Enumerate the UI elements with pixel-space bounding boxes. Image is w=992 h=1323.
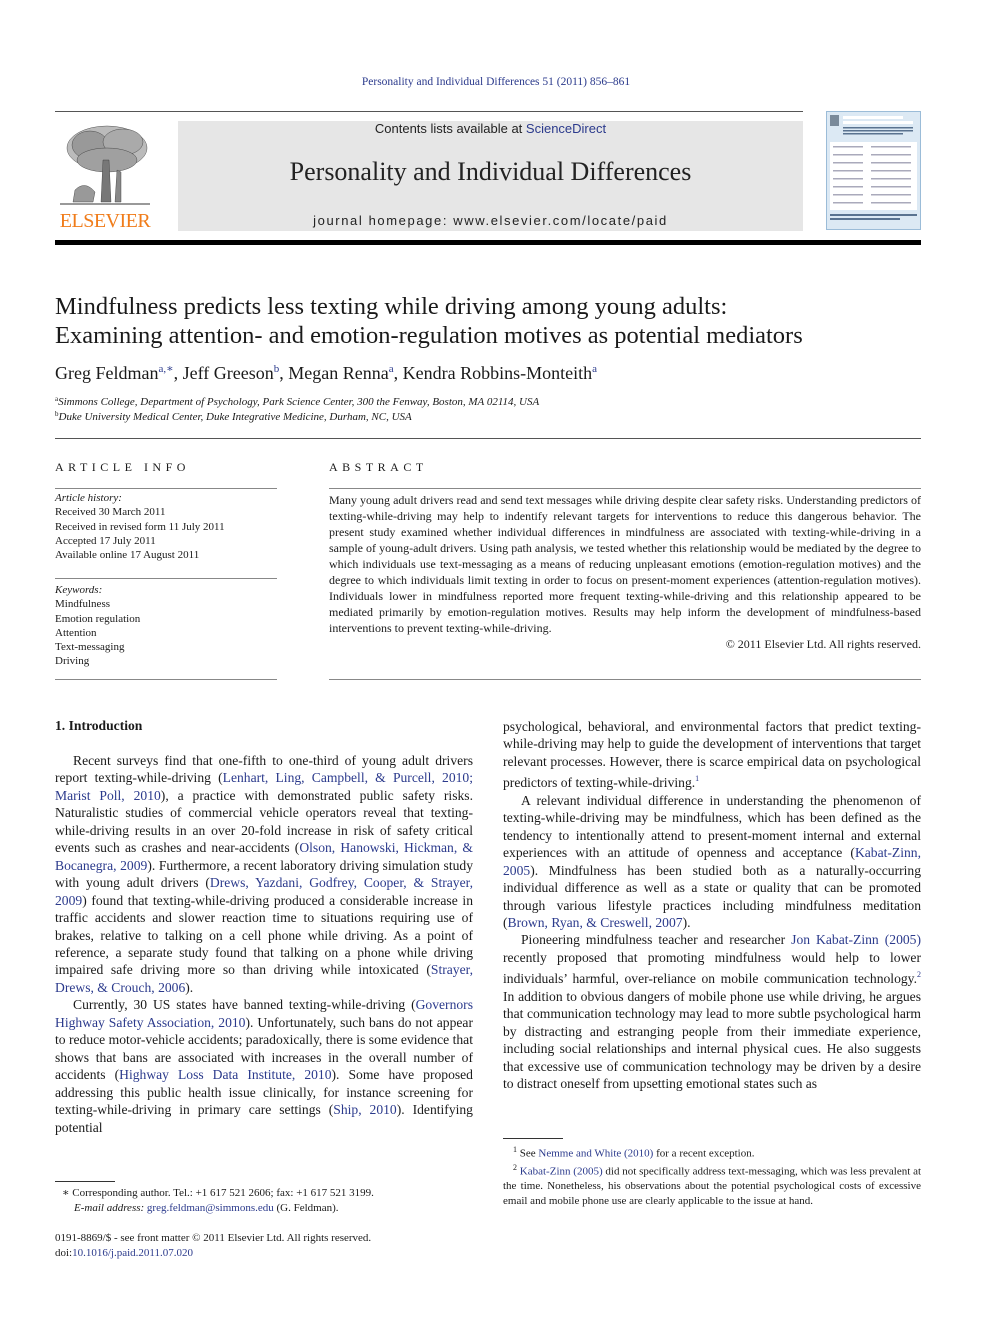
citation-link[interactable]: Governors Highway Safety Association, 20…: [55, 997, 473, 1029]
doi-link[interactable]: 10.1016/j.paid.2011.07.020: [72, 1247, 193, 1259]
paragraph: A relevant individual difference in unde…: [503, 792, 921, 930]
citation-link[interactable]: Highway Loss Data Institute, 2010: [119, 1067, 331, 1082]
running-head[interactable]: Personality and Individual Differences 5…: [0, 76, 992, 88]
corresponding-author-note: ∗ Corresponding author. Tel.: +1 617 521…: [62, 1187, 374, 1214]
journal-cover-icon: [830, 115, 917, 220]
running-head-link[interactable]: Personality and Individual Differences 5…: [362, 76, 630, 88]
citation-link[interactable]: Brown, Ryan, & Creswell, 2007: [508, 915, 683, 930]
tree-logo-icon: [60, 125, 150, 205]
email-link[interactable]: greg.feldman@simmons.edu: [147, 1202, 274, 1214]
article-history: Article history: Received 30 March 2011 …: [55, 492, 225, 562]
body-column-left: Recent surveys find that one-fifth to on…: [55, 752, 473, 1136]
divider: [55, 488, 277, 489]
keyword: Text-messaging: [55, 641, 125, 654]
citation-link[interactable]: Kabat-Zinn (2005): [520, 1166, 603, 1178]
elsevier-wordmark: ELSEVIER: [59, 210, 151, 232]
issn-doi: 0191-8869/$ - see front matter © 2011 El…: [55, 1232, 372, 1259]
citation-link[interactable]: Kabat-Zinn, 2005: [503, 845, 921, 877]
footnote-rule: [55, 1181, 115, 1182]
keyword: Driving: [55, 655, 90, 668]
author-affiliation-mark[interactable]: b: [274, 363, 280, 375]
footnote-rule: [503, 1138, 563, 1139]
citation-link[interactable]: Strayer, Drews, & Crouch, 2006: [55, 962, 473, 994]
article-title: Mindfulness predicts less texting while …: [55, 293, 803, 349]
journal-banner: Contents lists available at ScienceDirec…: [178, 121, 803, 231]
journal-cover-thumbnail[interactable]: [826, 111, 921, 230]
divider: [55, 438, 921, 439]
article-info-label: ARTICLE INFO: [55, 460, 190, 474]
footnote: 2 Kabat-Zinn (2005) did not specifically…: [503, 1163, 922, 1207]
affiliation: aSimmons College, Department of Psycholo…: [55, 395, 540, 408]
footnote-marker[interactable]: 1: [695, 774, 699, 783]
footnote-marker[interactable]: 2: [917, 970, 921, 979]
citation-link[interactable]: Jon Kabat-Zinn (2005): [791, 932, 921, 947]
citation-link[interactable]: Ship, 2010: [333, 1102, 396, 1117]
abstract-label: ABSTRACT: [329, 460, 428, 474]
author: Jeff Greesonb: [182, 363, 280, 383]
body-column-right: psychological, behavioral, and environme…: [503, 718, 921, 1093]
abstract-text: Many young adult drivers read and send t…: [329, 493, 921, 651]
author-list: Greg Feldmana,∗, Jeff Greesonb, Megan Re…: [55, 363, 597, 383]
paragraph: Currently, 30 US states have banned text…: [55, 997, 473, 1135]
citation-link[interactable]: Nemme and White (2010): [538, 1148, 653, 1160]
header-rule: [55, 111, 803, 112]
paragraph: Recent surveys find that one-fifth to on…: [55, 753, 474, 995]
author-affiliation-mark[interactable]: a: [389, 363, 394, 375]
contents-available: Contents lists available at ScienceDirec…: [374, 121, 607, 136]
affiliation: bDuke University Medical Center, Duke In…: [55, 410, 412, 423]
keyword: Emotion regulation: [55, 612, 141, 625]
sciencedirect-link[interactable]: ScienceDirect: [526, 121, 606, 136]
author-affiliation-mark[interactable]: a: [592, 363, 597, 375]
author: Kendra Robbins-Monteitha: [402, 363, 597, 383]
footnote-mark: 2: [513, 1163, 517, 1173]
elsevier-logo[interactable]: ELSEVIER: [55, 120, 155, 232]
keyword: Mindfulness: [55, 598, 110, 611]
journal-homepage-link[interactable]: journal homepage: www.elsevier.com/locat…: [178, 213, 803, 228]
journal-title: Personality and Individual Differences: [289, 157, 692, 186]
citation-link[interactable]: Lenhart, Ling, Campbell, & Purcell, 2010…: [55, 770, 473, 802]
author: Megan Rennaa: [288, 363, 394, 383]
header-thick-rule: [55, 240, 921, 245]
divider: [329, 488, 921, 489]
divider: [55, 578, 277, 579]
divider: [329, 679, 921, 680]
author-affiliation-mark[interactable]: a,∗: [158, 363, 173, 375]
footnote: 1 See Nemme and White (2010) for a recen…: [513, 1145, 755, 1160]
paragraph: Pioneering mindfulness teacher and resea…: [503, 932, 921, 1092]
author: Greg Feldmana,∗: [55, 363, 174, 383]
footnote-mark: 1: [513, 1145, 517, 1154]
section-heading: 1. Introduction: [55, 718, 143, 733]
abstract-copyright: © 2011 Elsevier Ltd. All rights reserved…: [725, 637, 921, 651]
keywords: Keywords: Mindfulness Emotion regulation…: [55, 584, 141, 668]
paragraph: psychological, behavioral, and environme…: [503, 719, 921, 791]
footnotes: 1 See Nemme and White (2010) for a recen…: [503, 1143, 921, 1208]
divider: [55, 679, 277, 680]
citation-link[interactable]: Olson, Hanowski, Hickman, & Bocanegra, 2…: [55, 840, 473, 872]
citation-link[interactable]: Drews, Yazdani, Godfrey, Cooper, & Stray…: [55, 875, 473, 907]
keyword: Attention: [55, 626, 97, 639]
